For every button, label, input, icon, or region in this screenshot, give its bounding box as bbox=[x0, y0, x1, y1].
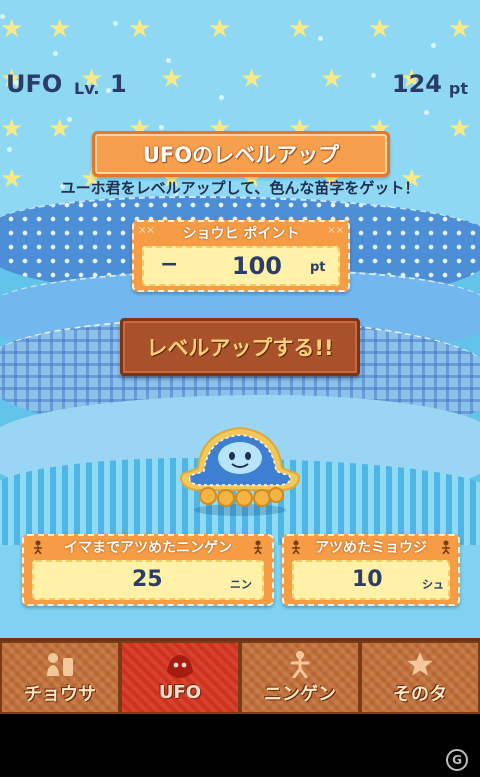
collected-people-panel: イマまでアツめたニンゲン 25 ニン bbox=[22, 534, 274, 606]
background-star-icon: ★ bbox=[240, 64, 264, 94]
cost-sign: − bbox=[160, 252, 179, 277]
background-dot bbox=[219, 95, 224, 100]
cost-field: − 100 pt bbox=[142, 246, 340, 286]
game-screen: ★ ★ ★ ★ ★ ★ ★ ★ ★ ★ ★ ★ ★ ★ ★ ★ ★ ★ ★ ★ ★ ★ ★ ★ ★ ★ UFO Lv. 1 124… bbox=[0, 0, 480, 777]
screen-title: UFOのレベルアップ bbox=[92, 131, 390, 177]
ufo-character-icon bbox=[179, 426, 301, 516]
tab-people[interactable]: ニンゲン bbox=[240, 641, 360, 714]
tab-people-label: ニンゲン bbox=[264, 683, 336, 705]
collected-people-unit: ニン bbox=[230, 578, 252, 591]
bottom-black-bar bbox=[0, 714, 480, 777]
tab-investigate[interactable]: チョウサ bbox=[0, 641, 120, 714]
background-dot bbox=[53, 51, 58, 56]
cost-panel: ×× ショウヒ ポイント ×× − 100 pt bbox=[132, 220, 350, 292]
background-star-icon: ★ bbox=[0, 114, 24, 144]
background-dot bbox=[113, 21, 118, 26]
background-dot bbox=[166, 58, 171, 63]
background-star-icon: ★ bbox=[368, 14, 392, 44]
collected-surnames-panel: アツめたミョウジ 10 シュ bbox=[282, 534, 460, 606]
background-dot bbox=[0, 14, 5, 19]
collected-surnames-unit: シュ bbox=[422, 578, 444, 591]
background-dot bbox=[67, 117, 72, 122]
points-unit: pt bbox=[448, 79, 468, 98]
watermark-logo-icon: G bbox=[446, 749, 468, 771]
background-dot bbox=[7, 147, 12, 152]
points-total: 124 bbox=[391, 70, 442, 98]
tab-investigate-label: チョウサ bbox=[24, 683, 96, 705]
background-dot bbox=[318, 36, 323, 41]
level-up-button[interactable]: レベルアップする!! bbox=[120, 318, 360, 376]
bottom-tab-bar: チョウサ UFO ニンゲン そのタ bbox=[0, 638, 480, 714]
ufo-icon bbox=[167, 655, 193, 678]
cost-label: ショウヒ ポイント bbox=[182, 226, 300, 242]
unit-name: UFO bbox=[6, 70, 63, 98]
collected-surnames-label: アツめたミョウジ bbox=[315, 540, 427, 556]
collected-surnames-value: 10 bbox=[352, 567, 383, 592]
background-star-icon: ★ bbox=[448, 114, 472, 144]
background-star-icon: ★ bbox=[320, 64, 344, 94]
background-star-icon: ★ bbox=[0, 14, 24, 44]
background-star-icon: ★ bbox=[288, 14, 312, 44]
background-star-icon: ★ bbox=[160, 64, 184, 94]
background-dot bbox=[431, 43, 436, 48]
level-prefix: Lv. bbox=[74, 79, 100, 98]
background-dot bbox=[424, 110, 429, 115]
investigate-icon bbox=[47, 652, 73, 676]
cost-value: 100 bbox=[231, 252, 282, 280]
tab-ufo-label: UFO bbox=[158, 682, 202, 703]
background-star-icon: ★ bbox=[448, 14, 472, 44]
tab-ufo[interactable]: UFO bbox=[120, 641, 240, 714]
star-icon bbox=[407, 651, 433, 675]
background-dot bbox=[371, 73, 376, 78]
person-icon bbox=[254, 540, 262, 554]
tab-other-label: そのタ bbox=[393, 683, 447, 705]
collected-people-field: 25 ニン bbox=[32, 560, 264, 600]
collected-surnames-field: 10 シュ bbox=[292, 560, 450, 600]
cost-unit: pt bbox=[310, 260, 326, 275]
tab-other[interactable]: そのタ bbox=[360, 641, 480, 714]
collected-people-value: 25 bbox=[132, 567, 163, 592]
background-star-icon: ★ bbox=[128, 14, 152, 44]
level-value: 1 bbox=[110, 70, 127, 98]
background-dot bbox=[159, 125, 164, 130]
person-icon bbox=[290, 650, 310, 678]
background-star-icon: ★ bbox=[208, 14, 232, 44]
stitch-decoration: ×× bbox=[327, 225, 344, 236]
person-icon bbox=[442, 540, 450, 554]
background-star-icon: ★ bbox=[48, 14, 72, 44]
screen-subtitle: ユーホ君をレベルアップして、色んな苗字をゲット！ bbox=[60, 179, 420, 197]
collected-people-label: イマまでアツめたニンゲン bbox=[64, 540, 232, 556]
